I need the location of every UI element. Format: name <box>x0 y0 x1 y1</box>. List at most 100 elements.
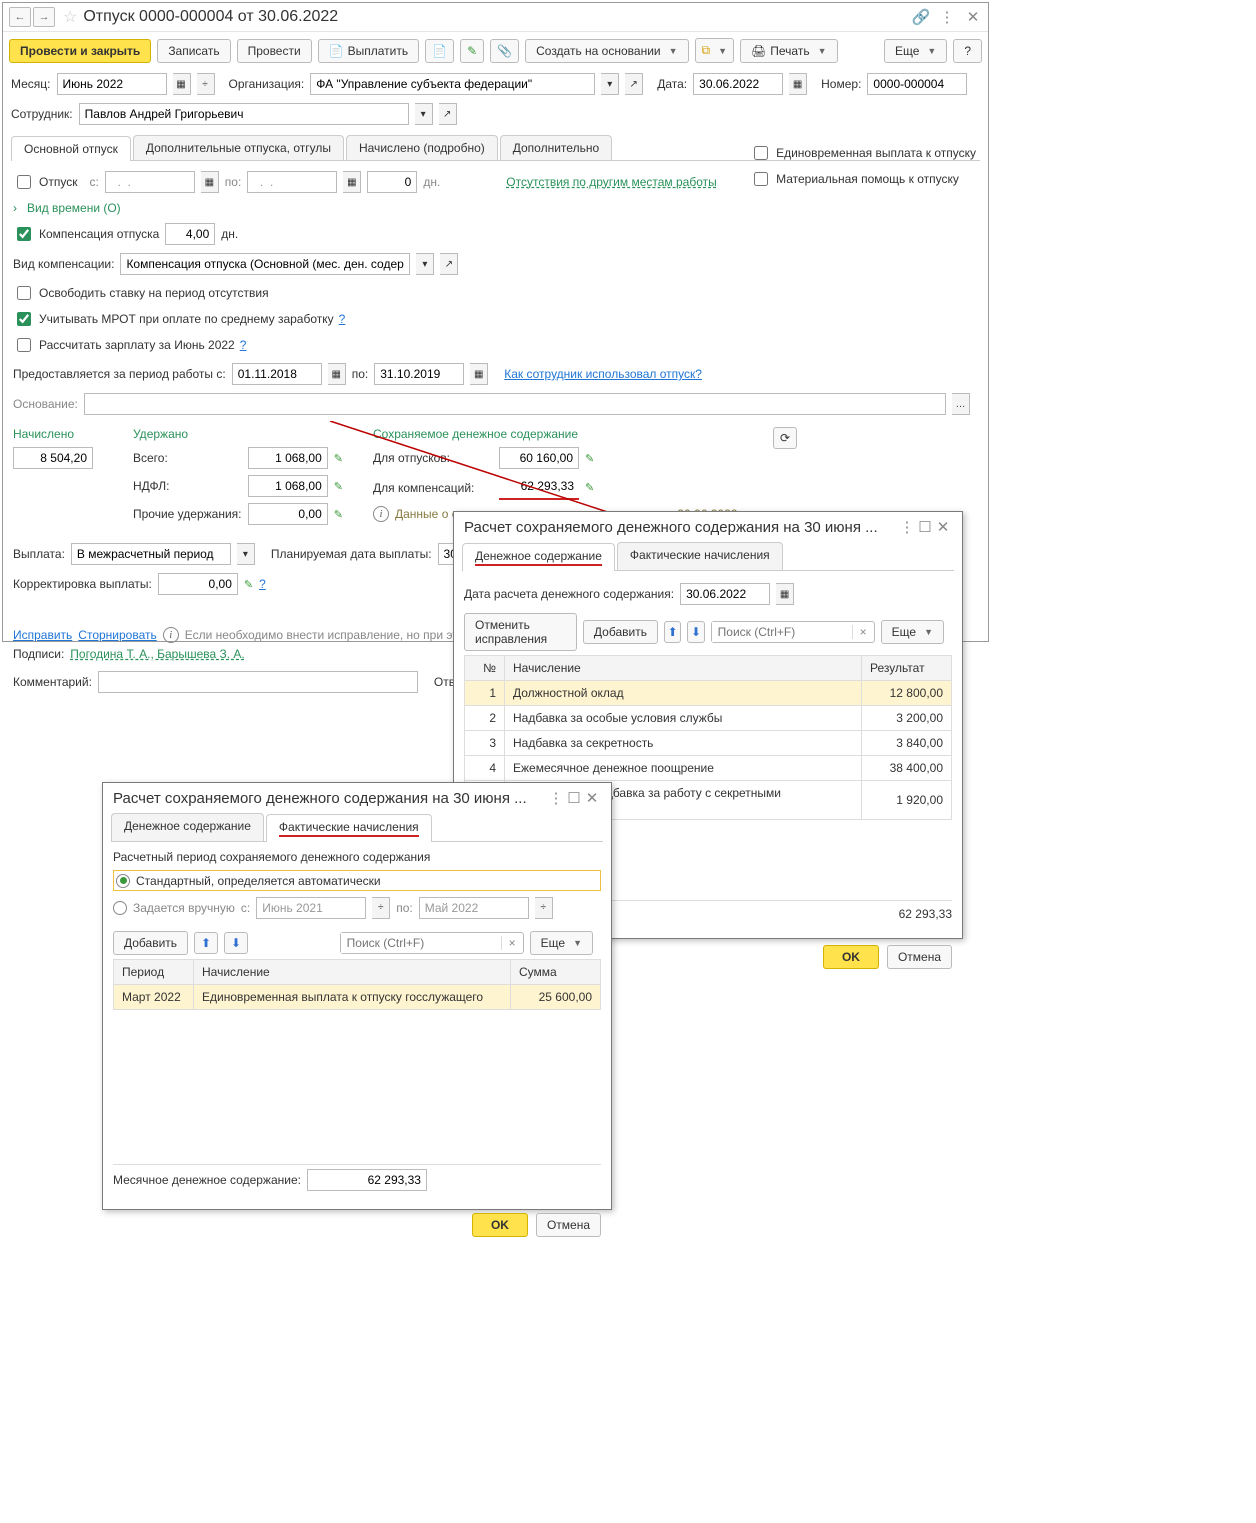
compensation-checkbox[interactable]: Компенсация отпуска <box>13 224 159 244</box>
employee-open[interactable]: ↗ <box>439 103 457 125</box>
employee-input[interactable] <box>79 103 409 125</box>
basis-ellipsis[interactable]: … <box>952 393 970 415</box>
tab-main-vacation[interactable]: Основной отпуск <box>11 136 131 161</box>
manual-to-input[interactable] <box>419 897 529 919</box>
kebab-icon[interactable]: ⋮ <box>938 8 956 26</box>
manual-from-stepper[interactable]: ÷ <box>372 897 390 919</box>
nav-back-button[interactable]: ← <box>9 7 31 27</box>
create-based-button[interactable]: Создать на основании▼ <box>525 39 688 63</box>
org-open[interactable]: ↗ <box>625 73 643 95</box>
table-row[interactable]: 4 Ежемесячное денежное поощрение 38 400,… <box>465 756 952 781</box>
compensation-check-input[interactable] <box>17 227 31 241</box>
cancel-button[interactable]: Отмена <box>536 1213 601 1237</box>
table-row[interactable]: 2 Надбавка за особые условия службы 3 20… <box>465 706 952 731</box>
vacation-checkbox[interactable]: Отпуск <box>13 172 77 192</box>
accrued-value-input[interactable] <box>13 447 93 469</box>
mrot-checkbox[interactable]: Учитывать МРОТ при оплате по среднему за… <box>13 309 978 329</box>
release-rate-check-input[interactable] <box>17 286 31 300</box>
cancel-button[interactable]: Отмена <box>887 945 952 969</box>
how-used-link[interactable]: Как сотрудник использовал отпуск? <box>504 367 702 381</box>
ok-button[interactable]: OK <box>472 1213 528 1237</box>
search-box[interactable]: × <box>711 621 875 643</box>
tab-additional[interactable]: Дополнительные отпуска, отгулы <box>133 135 344 160</box>
mrot-check-input[interactable] <box>17 312 31 326</box>
lump-sum-check-input[interactable] <box>754 146 768 160</box>
material-help-check-input[interactable] <box>754 172 768 186</box>
comment-input[interactable] <box>98 671 418 693</box>
recalc-check-input[interactable] <box>17 338 31 352</box>
search-box[interactable]: × <box>340 932 524 954</box>
close-icon[interactable]: ✕ <box>934 518 952 536</box>
payment-dropdown[interactable]: ▾ <box>237 543 255 565</box>
pencil-icon[interactable]: ✎ <box>334 452 343 465</box>
radio-manual[interactable]: Задается вручную <box>113 901 235 915</box>
comp-type-input[interactable] <box>120 253 410 275</box>
calc-date-input[interactable] <box>680 583 770 605</box>
edit-amounts-button[interactable] <box>460 39 484 63</box>
storno-link[interactable]: Сторнировать <box>78 628 156 642</box>
time-kind-link[interactable]: Вид времени (О) <box>27 201 121 215</box>
vacation-from-input[interactable] <box>105 171 195 193</box>
pencil-icon[interactable]: ✎ <box>334 480 343 493</box>
period-to-cal-button[interactable]: ▦ <box>470 363 488 385</box>
vacation-days-input[interactable] <box>367 171 417 193</box>
date-input[interactable] <box>693 73 783 95</box>
pencil-icon[interactable]: ✎ <box>585 481 594 494</box>
recalc-checkbox[interactable]: Рассчитать зарплату за Июнь 2022 ? <box>13 335 978 355</box>
correction-input[interactable] <box>158 573 238 595</box>
kebab-icon[interactable]: ⋮ <box>898 518 916 536</box>
pay-button[interactable]: Выплатить <box>318 39 419 63</box>
payment-select[interactable] <box>71 543 231 565</box>
recalc-help[interactable]: ? <box>240 338 247 352</box>
basis-input[interactable] <box>84 393 946 415</box>
write-button[interactable]: Записать <box>157 39 230 63</box>
for-vacations-input[interactable] <box>499 447 579 469</box>
monthly-value-input[interactable] <box>307 1169 427 1191</box>
copy-button[interactable]: ▼ <box>695 38 735 63</box>
cancel-fixes-button[interactable]: Отменить исправления <box>464 613 577 651</box>
correction-help[interactable]: ? <box>259 577 266 591</box>
table-row[interactable]: 1 Должностной оклад 12 800,00 <box>465 681 952 706</box>
add-button[interactable]: Добавить <box>113 931 188 955</box>
to-calendar-button[interactable]: ▦ <box>343 171 361 193</box>
search-input[interactable] <box>712 622 852 642</box>
tab-money-content[interactable]: Денежное содержание <box>462 543 615 571</box>
ok-button[interactable]: OK <box>823 945 879 969</box>
attach-button[interactable] <box>490 39 519 63</box>
more-button[interactable]: Еще▼ <box>530 931 593 955</box>
from-calendar-button[interactable]: ▦ <box>201 171 219 193</box>
add-button[interactable]: Добавить <box>583 620 658 644</box>
print-button[interactable]: Печать▼ <box>740 39 837 63</box>
close-icon[interactable]: ✕ <box>583 789 601 807</box>
move-down-button[interactable]: ⬇ <box>224 932 248 954</box>
link-icon[interactable]: 🔗 <box>912 8 930 26</box>
ndfl-input[interactable] <box>248 475 328 497</box>
period-from-cal-button[interactable]: ▦ <box>328 363 346 385</box>
close-icon[interactable]: ✕ <box>964 8 982 26</box>
org-input[interactable] <box>310 73 595 95</box>
month-stepper[interactable]: ÷ <box>197 73 215 95</box>
manual-from-input[interactable] <box>256 897 366 919</box>
date-calendar-button[interactable]: ▦ <box>789 73 807 95</box>
manual-to-stepper[interactable]: ÷ <box>535 897 553 919</box>
vacation-check-input[interactable] <box>17 175 31 189</box>
table-row[interactable]: Март 2022 Единовременная выплата к отпус… <box>114 984 601 1009</box>
release-rate-checkbox[interactable]: Освободить ставку на период отсутствия <box>13 283 978 303</box>
pencil-icon[interactable]: ✎ <box>244 578 253 591</box>
withheld-total-input[interactable] <box>248 447 328 469</box>
absence-link[interactable]: Отсутствия по другим местам работы <box>506 175 716 189</box>
signatures-link[interactable]: Погодина Т. А., Барышева З. А. <box>70 647 245 661</box>
move-up-button[interactable]: ⬆ <box>664 621 681 643</box>
edit-link[interactable]: Исправить <box>13 628 72 642</box>
work-period-to-input[interactable] <box>374 363 464 385</box>
for-compensations-input[interactable] <box>499 475 579 497</box>
pencil-icon[interactable]: ✎ <box>334 508 343 521</box>
tab-accrued[interactable]: Начислено (подробно) <box>346 135 498 160</box>
work-period-from-input[interactable] <box>232 363 322 385</box>
lump-sum-checkbox[interactable]: Единовременная выплата к отпуску <box>750 143 976 163</box>
refresh-button[interactable]: ⟳ <box>773 427 797 449</box>
tab-actual-accruals[interactable]: Фактические начисления <box>266 814 432 842</box>
clear-search-button[interactable]: × <box>501 936 523 950</box>
org-dropdown[interactable]: ▾ <box>601 73 619 95</box>
post-and-close-button[interactable]: Провести и закрыть <box>9 39 151 63</box>
